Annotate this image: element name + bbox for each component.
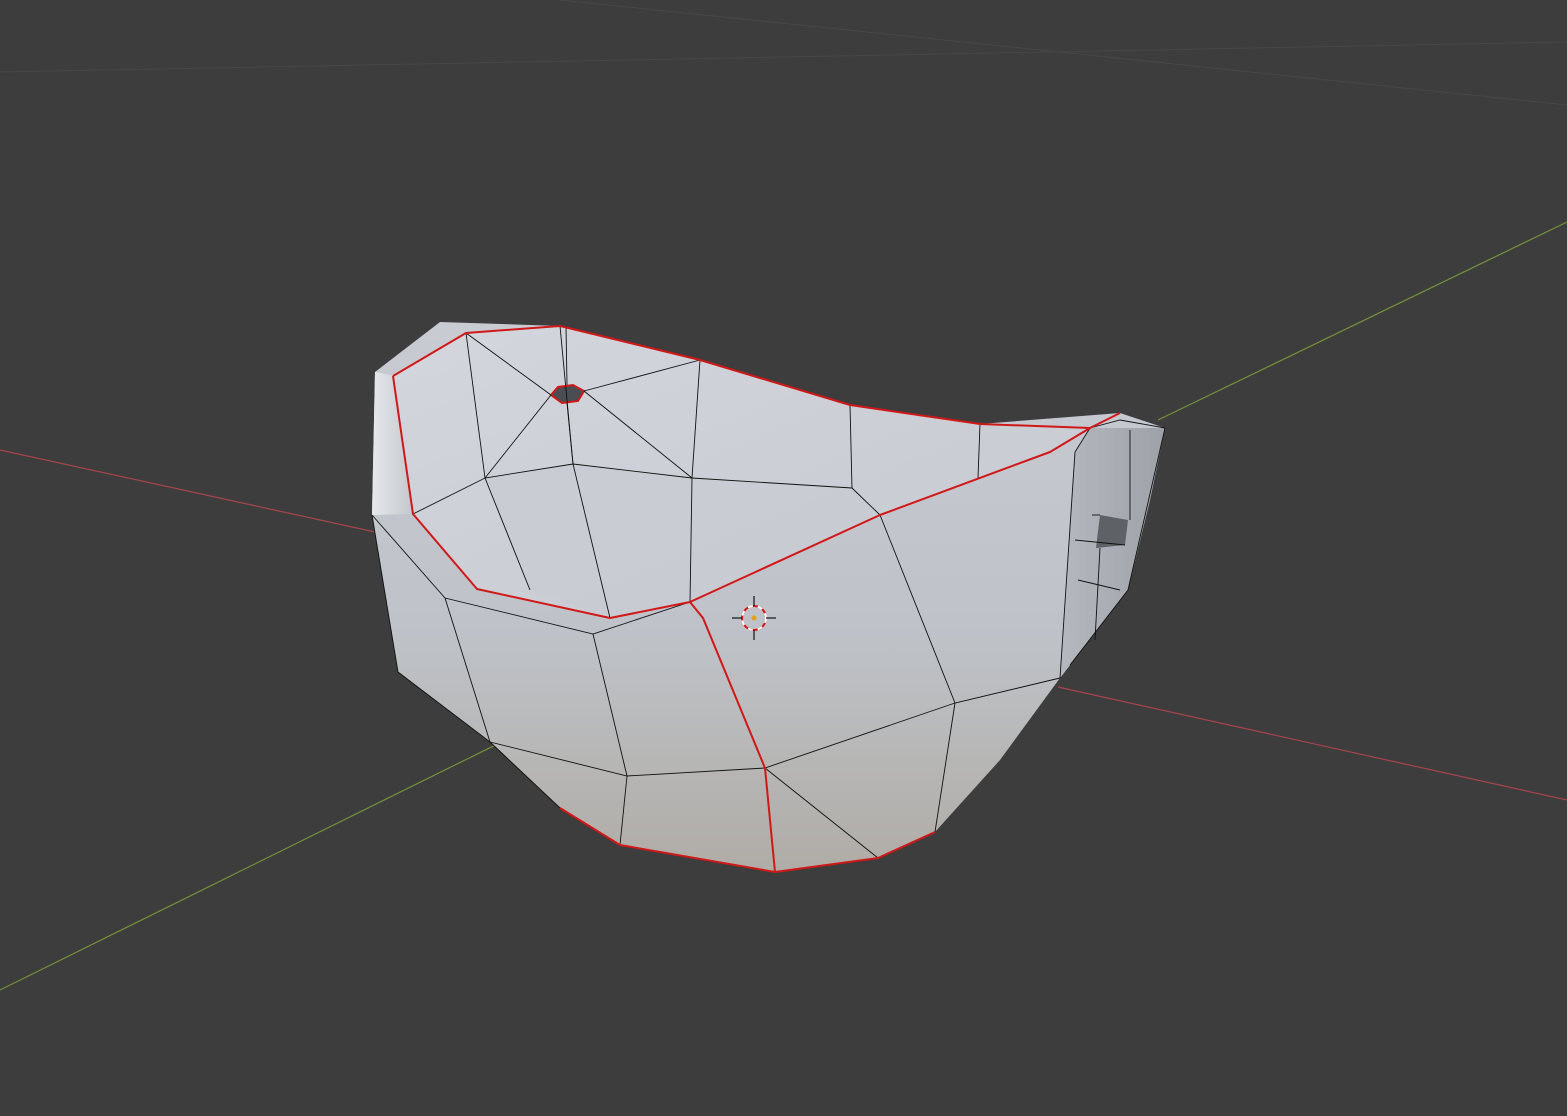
cup-mesh[interactable]	[371, 322, 1166, 873]
cup-handle	[1060, 428, 1165, 678]
grid-lines	[0, 0, 1567, 106]
3d-viewport[interactable]	[0, 0, 1567, 1116]
handle-hole	[1096, 515, 1128, 548]
